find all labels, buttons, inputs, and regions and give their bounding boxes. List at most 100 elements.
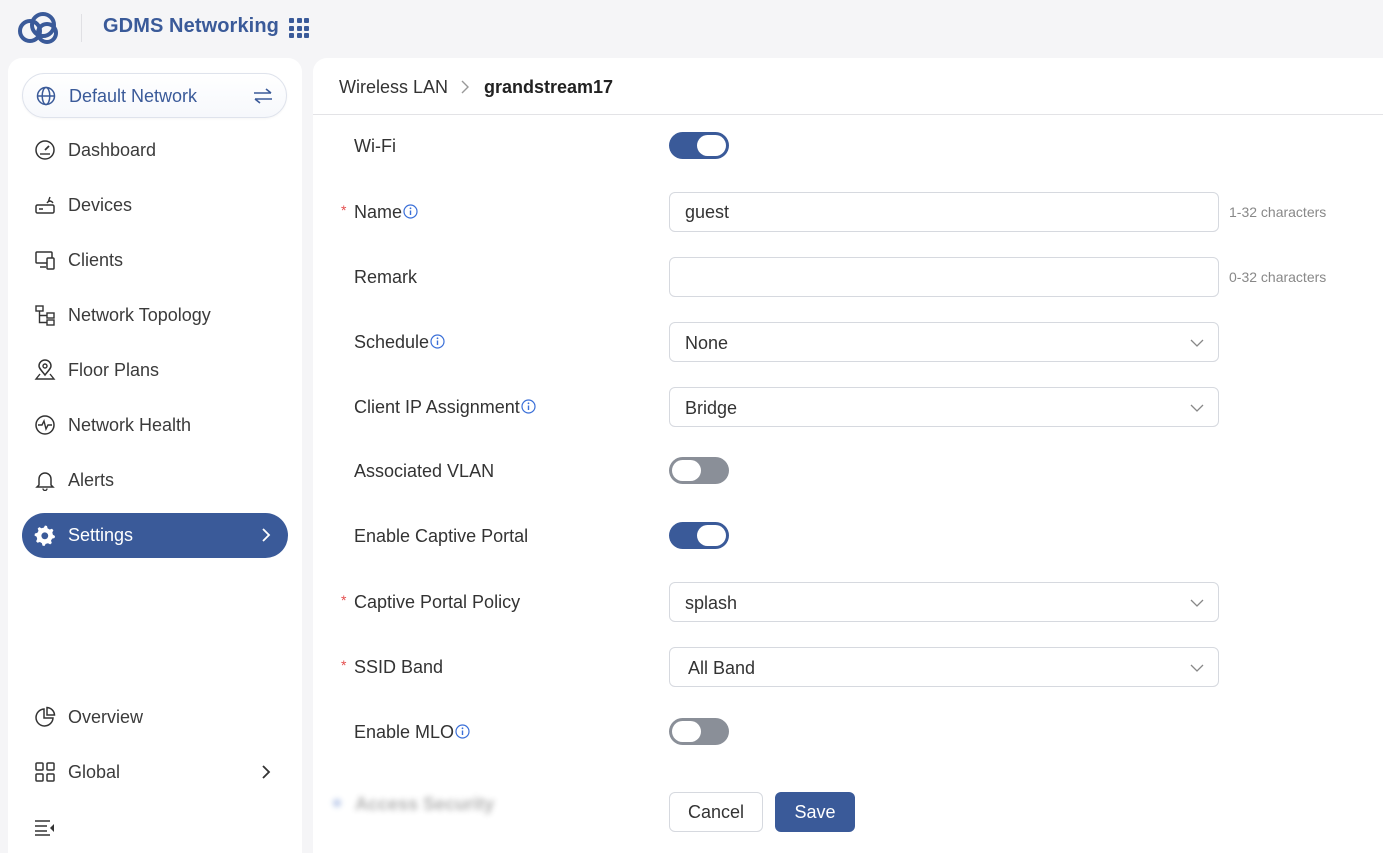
network-selector-label: Default Network bbox=[69, 86, 198, 106]
sidebar-item-floor-plans[interactable]: Floor Plans bbox=[22, 348, 288, 393]
client-ip-select[interactable]: Bridge bbox=[669, 387, 1219, 427]
toggle-knob bbox=[672, 460, 701, 481]
globe-icon bbox=[36, 86, 56, 106]
client-ip-value: Bridge bbox=[685, 398, 738, 418]
breadcrumb: Wireless LAN grandstream17 bbox=[313, 58, 1383, 115]
sidebar-item-label: Floor Plans bbox=[68, 360, 160, 380]
schedule-value: None bbox=[685, 333, 729, 353]
info-icon[interactable] bbox=[521, 399, 536, 414]
sidebar-item-label: Dashboard bbox=[68, 140, 157, 160]
name-label: Name bbox=[354, 202, 418, 223]
devices-icon bbox=[35, 251, 55, 270]
cancel-button[interactable]: Cancel bbox=[669, 792, 763, 832]
sidebar-item-overview[interactable]: Overview bbox=[22, 695, 288, 740]
captive-policy-select[interactable]: splash bbox=[669, 582, 1219, 622]
mlo-toggle[interactable] bbox=[669, 718, 729, 745]
schedule-select[interactable]: None bbox=[669, 322, 1219, 362]
sidebar-item-global[interactable]: Global bbox=[22, 750, 288, 795]
chevron-down-icon bbox=[1190, 404, 1204, 412]
router-icon bbox=[35, 196, 55, 214]
map-pin-icon bbox=[34, 359, 56, 380]
form-row-schedule: Schedule None bbox=[313, 322, 1383, 362]
grid-icon bbox=[35, 762, 55, 782]
ssid-band-value: All Band bbox=[688, 658, 756, 678]
form-row-remark: Remark 0-32 characters bbox=[313, 257, 1383, 297]
name-input[interactable] bbox=[669, 192, 1219, 232]
info-icon[interactable] bbox=[403, 204, 418, 219]
sidebar-item-label: Global bbox=[68, 762, 121, 782]
sidebar-item-label: Clients bbox=[68, 250, 124, 270]
info-icon[interactable] bbox=[455, 724, 470, 739]
form-row-ssid-band: * SSID Band All Band bbox=[313, 647, 1383, 687]
chevron-right-icon bbox=[262, 528, 271, 542]
top-bar: GDMS Networking bbox=[0, 0, 1383, 56]
form-row-name: * Name 1-32 characters bbox=[313, 192, 1383, 232]
sidebar-item-network-topology[interactable]: Network Topology bbox=[22, 293, 288, 338]
client-ip-label-text: Client IP Assignment bbox=[354, 397, 520, 417]
sidebar-item-devices[interactable]: Devices bbox=[22, 183, 288, 228]
swap-arrows-icon[interactable] bbox=[252, 86, 274, 106]
sidebar-item-label: Network Health bbox=[68, 415, 192, 435]
required-asterisk: * bbox=[341, 202, 347, 218]
form-row-vlan: Associated VLAN bbox=[313, 451, 1383, 491]
ssid-band-select[interactable]: All Band bbox=[669, 647, 1219, 687]
name-label-text: Name bbox=[354, 202, 403, 222]
mlo-label-text: Enable MLO bbox=[354, 722, 455, 742]
bell-icon bbox=[35, 472, 55, 491]
remark-input[interactable] bbox=[669, 257, 1219, 297]
info-icon[interactable] bbox=[430, 334, 445, 349]
gear-icon bbox=[34, 525, 55, 546]
required-asterisk: * bbox=[341, 657, 347, 673]
vlan-label: Associated VLAN bbox=[354, 461, 495, 481]
captive-portal-toggle[interactable] bbox=[669, 522, 729, 549]
wifi-label: Wi-Fi bbox=[354, 136, 396, 156]
cloud-logo-icon[interactable] bbox=[16, 11, 62, 45]
sidebar-item-clients[interactable]: Clients bbox=[22, 238, 288, 283]
chevron-down-icon bbox=[1190, 664, 1204, 672]
sidebar-item-dashboard[interactable]: Dashboard bbox=[22, 128, 288, 173]
access-security-title: Access Security bbox=[355, 794, 495, 814]
form-row-captive-portal: Enable Captive Portal bbox=[313, 516, 1383, 556]
vlan-toggle[interactable] bbox=[669, 457, 729, 484]
sidebar-item-label: Devices bbox=[68, 195, 133, 215]
schedule-label-text: Schedule bbox=[354, 332, 430, 352]
name-hint: 1-32 characters bbox=[1229, 204, 1327, 220]
mlo-label: Enable MLO bbox=[354, 722, 470, 743]
pulse-icon bbox=[35, 415, 55, 435]
sidebar: Default Network Dashboard Devices Client… bbox=[8, 58, 302, 853]
form-row-captive-policy: * Captive Portal Policy splash bbox=[313, 582, 1383, 622]
collapse-menu-icon[interactable] bbox=[34, 818, 56, 836]
breadcrumb-parent-link[interactable]: Wireless LAN bbox=[339, 77, 448, 98]
apps-grid-icon[interactable] bbox=[289, 18, 309, 38]
remark-hint: 0-32 characters bbox=[1229, 269, 1327, 285]
sidebar-item-label: Overview bbox=[68, 707, 144, 727]
form-row-client-ip: Client IP Assignment Bridge bbox=[313, 387, 1383, 427]
sidebar-item-alerts[interactable]: Alerts bbox=[22, 458, 288, 503]
toggle-knob bbox=[697, 135, 726, 156]
toggle-knob bbox=[672, 721, 701, 742]
required-asterisk: * bbox=[341, 592, 347, 608]
captive-policy-value: splash bbox=[685, 593, 738, 613]
topbar-divider bbox=[81, 14, 82, 42]
captive-policy-label: Captive Portal Policy bbox=[354, 592, 521, 612]
chevron-down-icon bbox=[1190, 599, 1204, 607]
topology-icon bbox=[35, 305, 55, 326]
sidebar-item-label: Network Topology bbox=[68, 305, 211, 325]
toggle-knob bbox=[697, 525, 726, 546]
save-button[interactable]: Save bbox=[775, 792, 855, 832]
captive-portal-label: Enable Captive Portal bbox=[354, 526, 529, 546]
access-security-section: Access Security bbox=[329, 793, 529, 817]
pie-chart-icon bbox=[35, 706, 56, 727]
sidebar-item-label: Settings bbox=[68, 525, 134, 545]
main-panel: Wireless LAN grandstream17 Wi-Fi * Name … bbox=[313, 58, 1383, 853]
form-row-mlo: Enable MLO bbox=[313, 712, 1383, 752]
network-selector[interactable]: Default Network bbox=[22, 73, 287, 118]
remark-label: Remark bbox=[354, 267, 418, 287]
client-ip-label: Client IP Assignment bbox=[354, 397, 536, 418]
gauge-icon bbox=[35, 140, 55, 160]
wifi-toggle[interactable] bbox=[669, 132, 729, 159]
sidebar-item-settings[interactable]: Settings bbox=[22, 513, 288, 558]
sidebar-item-network-health[interactable]: Network Health bbox=[22, 403, 288, 448]
chevron-right-icon bbox=[262, 765, 271, 779]
chevron-right-icon bbox=[461, 80, 469, 94]
